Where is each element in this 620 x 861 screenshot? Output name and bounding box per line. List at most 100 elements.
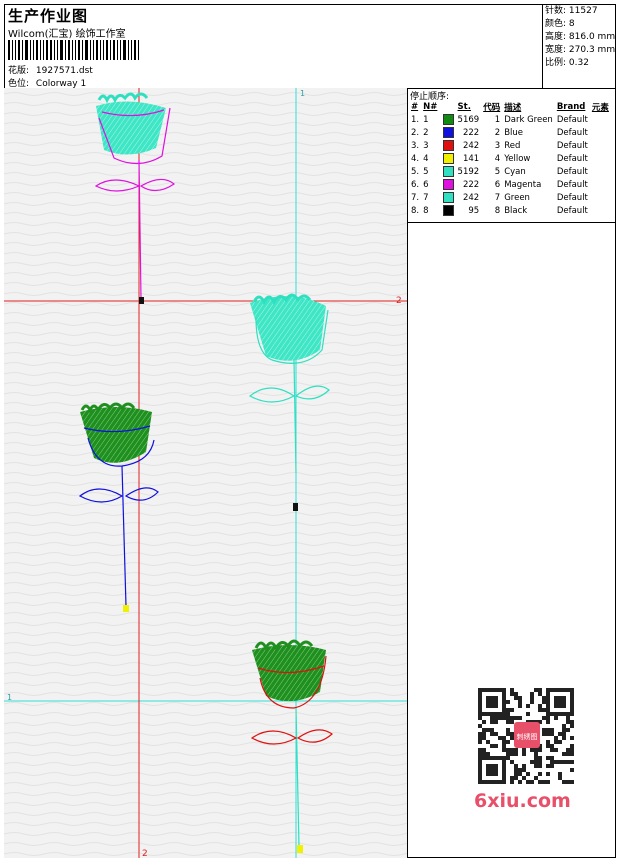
color-swatch <box>442 179 454 190</box>
barcode-bar <box>110 40 111 60</box>
canvas-background <box>4 88 407 858</box>
barcode-bar <box>82 40 83 60</box>
qr-center-text: 刺绣图 <box>517 732 538 741</box>
color-count-label: 颜色: <box>545 19 567 29</box>
table-header-row: # N# St. 代码 描述 Brand 元素 <box>409 100 611 113</box>
row-description: Red <box>504 140 521 151</box>
stop-sequence-panel: 停止顺序: # N# St. 代码 描述 Brand 元素 1. 1 5169 1 Da… <box>408 88 616 223</box>
row-index: 2. <box>411 127 420 138</box>
row-stitches: 95 <box>468 205 480 216</box>
barcode-bar <box>40 40 41 60</box>
table-row: 4. 4 141 4 Yellow Default <box>409 152 611 165</box>
row-brand: Default <box>556 192 588 203</box>
row-brand: Default <box>556 205 588 216</box>
qr-finder-pattern <box>486 696 498 708</box>
height-value: 816.0 mm <box>568 32 616 42</box>
barcode-bar <box>50 40 52 60</box>
row-index: 3. <box>411 140 420 151</box>
row-brand: Default <box>556 127 588 138</box>
color-swatch <box>442 205 454 216</box>
barcode-bar <box>138 40 139 60</box>
row-needle: 2 <box>421 126 455 139</box>
row-description: Green <box>504 192 530 203</box>
design-file-row: 花版: 1927571.dst <box>8 63 93 76</box>
width-row: 宽度: 270.3 mm <box>545 44 616 57</box>
guide-label-v-red: 2 <box>142 849 148 858</box>
needle-number: 1 <box>423 115 429 125</box>
table-row: 5. 5 5192 5 Cyan Default <box>409 165 611 178</box>
row-element <box>590 178 611 191</box>
barcode-bar <box>43 40 44 60</box>
row-brand: Default <box>556 140 588 151</box>
barcode-bar <box>75 40 76 60</box>
stitch-count-value: 11527 <box>568 6 598 16</box>
row-element <box>590 139 611 152</box>
table-row: 8. 8 95 8 Black Default <box>409 204 611 217</box>
qr-code-graphic: 刺绣图 <box>470 680 582 792</box>
color-swatch <box>442 140 454 151</box>
company-name: Wilcom(汇宝) 绘饰工作室 <box>8 29 126 40</box>
row-stitches: 242 <box>462 192 480 203</box>
design-stats-panel: 针数: 11527 颜色: 8 高度: 816.0 mm 宽度: 270.3 m… <box>542 4 616 88</box>
barcode-bar <box>22 40 23 60</box>
row-element <box>590 126 611 139</box>
barcode-bar <box>131 40 132 60</box>
table-row: 6. 6 222 6 Magenta Default <box>409 178 611 191</box>
needle-number: 3 <box>423 141 429 151</box>
width-value: 270.3 mm <box>568 45 616 55</box>
row-stitches: 222 <box>462 179 480 190</box>
row-code: 2 <box>494 127 501 138</box>
row-needle: 8 <box>421 204 455 217</box>
color-swatch <box>442 127 454 138</box>
barcode-bar <box>93 40 94 60</box>
barcode-bar <box>18 40 20 60</box>
row-description: Black <box>504 205 528 216</box>
needle-number: 2 <box>423 128 429 138</box>
row-description: Cyan <box>504 166 526 177</box>
barcode-bar <box>106 40 108 60</box>
petal-fill <box>96 101 166 155</box>
row-element <box>590 191 611 204</box>
row-element <box>590 165 611 178</box>
needle-number: 8 <box>423 206 429 216</box>
guide-label-h-cyan: 1 <box>7 693 12 702</box>
qr-finder-pattern <box>486 764 498 776</box>
row-stitches: 242 <box>462 140 480 151</box>
col-description: 描述 <box>504 102 522 113</box>
barcode-bar <box>123 40 126 60</box>
row-index: 1. <box>411 114 420 125</box>
scale-row: 比例: 0.32 <box>545 57 616 70</box>
row-brand: Default <box>556 179 588 190</box>
watermark-text: 6xiu.com <box>474 790 571 812</box>
row-code: 4 <box>494 153 501 164</box>
row-brand: Default <box>556 166 588 177</box>
row-brand: Default <box>556 153 588 164</box>
height-label: 高度: <box>545 32 567 42</box>
barcode-bar <box>113 40 115 60</box>
row-index: 7. <box>411 192 420 203</box>
barcode-bar <box>117 40 118 60</box>
barcode-bar <box>78 40 80 60</box>
row-code: 1 <box>494 114 501 125</box>
col-index: # <box>411 101 419 112</box>
barcode-bar <box>90 40 91 60</box>
design-file-label: 花版: <box>8 66 30 76</box>
row-index: 4. <box>411 153 420 164</box>
row-stitches: 5192 <box>457 166 480 177</box>
width-label: 宽度: <box>545 45 567 55</box>
col-brand: Brand <box>556 101 586 112</box>
row-brand: Default <box>556 114 588 125</box>
guide-label-v-cyan: 1 <box>300 89 305 98</box>
barcode-bar <box>12 40 13 60</box>
color-swatch <box>442 153 454 164</box>
barcode-bar <box>72 40 73 60</box>
col-code: 代码 <box>483 102 501 113</box>
row-element <box>590 204 611 217</box>
row-needle: 4 <box>421 152 455 165</box>
color-swatch <box>442 114 454 125</box>
barcode-bar <box>36 40 38 60</box>
table-row: 1. 1 5169 1 Dark Green Default <box>409 113 611 126</box>
row-index: 5. <box>411 166 420 177</box>
barcode-bar <box>25 40 28 60</box>
color-swatch <box>442 192 454 203</box>
